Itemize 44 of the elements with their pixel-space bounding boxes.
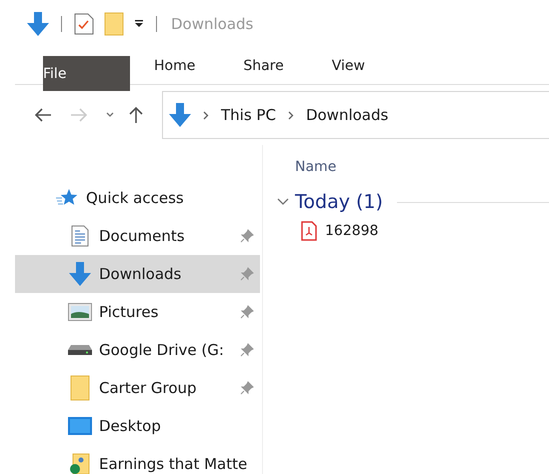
back-arrow-icon[interactable] xyxy=(34,108,52,122)
pin-icon[interactable] xyxy=(240,267,254,281)
sidebar-item[interactable]: Carter Group xyxy=(15,369,260,407)
chevron-right-icon xyxy=(203,110,209,120)
file-tab[interactable]: File xyxy=(43,56,130,91)
window-title: Downloads xyxy=(171,15,254,33)
breadcrumb[interactable]: This PC xyxy=(221,106,276,124)
desktop-icon xyxy=(68,417,92,435)
star-icon xyxy=(56,189,78,207)
folder-icon xyxy=(70,375,90,401)
pin-icon[interactable] xyxy=(240,381,254,395)
pin-icon[interactable] xyxy=(240,305,254,319)
group-header[interactable]: Today (1) xyxy=(295,191,383,213)
drive-icon xyxy=(68,344,92,356)
dropdown-icon[interactable] xyxy=(134,19,144,29)
landscape-icon xyxy=(68,303,92,321)
address-bar[interactable]: This PC Downloads xyxy=(162,91,549,139)
document-icon xyxy=(71,225,89,247)
sidebar-item[interactable]: Documents xyxy=(15,217,260,255)
sidebar-item[interactable]: Downloads xyxy=(15,255,260,293)
sidebar-item[interactable]: Google Drive (G: xyxy=(15,331,260,369)
ribbon-tab[interactable]: View xyxy=(308,48,389,83)
sidebar-item[interactable]: Pictures xyxy=(15,293,260,331)
sidebar-item[interactable]: Earnings that Matte xyxy=(15,445,260,474)
sidebar-item[interactable]: Desktop xyxy=(15,407,260,445)
chevron-right-icon xyxy=(288,110,294,120)
breadcrumb[interactable]: Downloads xyxy=(306,106,388,124)
shared-folder-icon xyxy=(69,453,91,474)
quick-access-label[interactable]: Quick access xyxy=(86,189,184,207)
pin-icon[interactable] xyxy=(240,343,254,357)
up-arrow-icon[interactable] xyxy=(128,106,144,124)
properties-icon[interactable] xyxy=(74,13,94,35)
folder-icon[interactable] xyxy=(104,12,124,36)
ribbon-tab[interactable]: Share xyxy=(219,48,308,83)
ribbon-tab[interactable]: Home xyxy=(130,48,220,83)
download-arrow-icon xyxy=(27,12,49,36)
download-arrow-icon xyxy=(169,103,191,127)
download-arrow-icon xyxy=(68,262,92,286)
pdf-icon xyxy=(301,221,317,241)
file-item[interactable]: 162898 xyxy=(301,221,378,241)
chevron-down-icon[interactable] xyxy=(106,112,114,118)
pin-icon[interactable] xyxy=(240,229,254,243)
column-header[interactable]: Name xyxy=(295,159,336,175)
chevron-down-icon[interactable] xyxy=(277,198,289,206)
